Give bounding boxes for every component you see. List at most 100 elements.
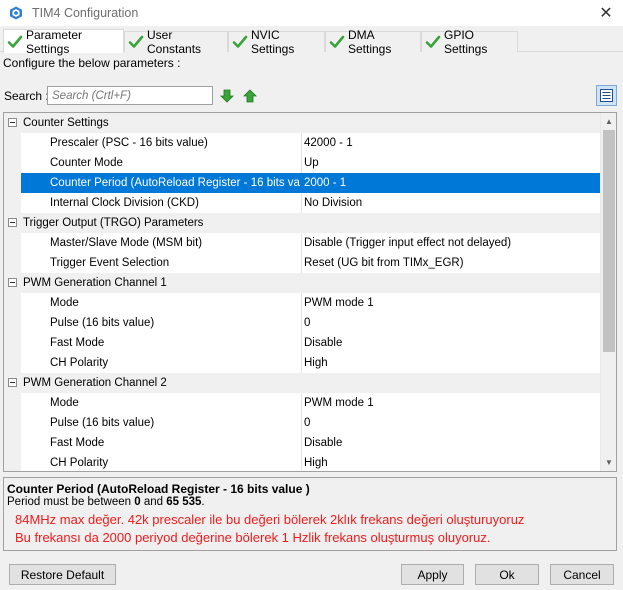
category-label: PWM Generation Channel 2	[23, 377, 167, 389]
range-max: 65 535	[166, 496, 202, 508]
tab-strip: Parameter Settings User Constants NVIC S…	[0, 27, 623, 56]
row-gutter	[4, 453, 21, 471]
column-divider	[301, 253, 302, 273]
checkmark-icon	[425, 35, 441, 48]
row-gutter	[4, 153, 21, 173]
arrow-up-icon[interactable]	[242, 88, 258, 104]
tab-label: Parameter Settings	[26, 27, 83, 56]
stm32cube-icon	[9, 6, 23, 20]
checkmark-icon	[7, 35, 23, 48]
scroll-thumb[interactable]	[603, 130, 615, 352]
property-row[interactable]: Pulse (16 bits value) 0	[4, 413, 601, 433]
list-view-toggle-button[interactable]	[596, 85, 617, 106]
property-row[interactable]: CH Polarity High	[4, 353, 601, 373]
property-row[interactable]: Mode PWM mode 1	[4, 393, 601, 413]
annotation-line-1: 84MHz max değer. 42k prescaler ile bu de…	[15, 512, 525, 527]
property-value[interactable]: 0	[304, 417, 310, 429]
checkmark-icon	[329, 35, 345, 48]
property-row[interactable]: Internal Clock Division (CKD) No Division	[4, 193, 601, 213]
property-row[interactable]: Counter Period (AutoReload Register - 16…	[4, 173, 601, 193]
property-value[interactable]: Disable (Trigger input effect not delaye…	[304, 237, 511, 249]
tab-gpio-settings[interactable]: GPIO Settings	[421, 28, 518, 56]
property-value[interactable]: 2000 - 1	[304, 177, 346, 189]
ok-button[interactable]: Ok	[475, 564, 539, 585]
property-row[interactable]: Fast Mode Disable	[4, 433, 601, 453]
tab-label: NVIC Settings	[251, 28, 295, 56]
property-row[interactable]: Prescaler (PSC - 16 bits value) 42000 - 1	[4, 133, 601, 153]
property-row[interactable]: CH Polarity High	[4, 453, 601, 471]
property-name: Mode	[50, 397, 79, 409]
property-name: CH Polarity	[50, 457, 109, 469]
property-value[interactable]: 42000 - 1	[304, 137, 353, 149]
property-name: Counter Mode	[50, 157, 123, 169]
row-gutter	[4, 413, 21, 433]
row-gutter	[4, 173, 21, 193]
property-value[interactable]: PWM mode 1	[304, 397, 374, 409]
column-divider	[301, 193, 302, 213]
property-value[interactable]: No Division	[304, 197, 362, 209]
property-row[interactable]: Trigger Event Selection Reset (UG bit fro…	[4, 253, 601, 273]
property-name: CH Polarity	[50, 357, 109, 369]
column-divider	[301, 433, 302, 453]
search-input[interactable]	[47, 86, 213, 105]
arrow-down-icon[interactable]	[219, 88, 235, 104]
tab-parameter-settings[interactable]: Parameter Settings	[3, 27, 124, 56]
category-row[interactable]: Counter Settings	[4, 113, 601, 133]
close-icon[interactable]: ✕	[589, 0, 623, 26]
scroll-up-icon[interactable]: ▲	[601, 113, 616, 130]
description-title: Counter Period (AutoReload Register - 16…	[7, 482, 310, 496]
category-row[interactable]: PWM Generation Channel 1	[4, 273, 601, 293]
column-divider	[301, 393, 302, 413]
tab-label: DMA Settings	[348, 28, 392, 56]
row-gutter	[4, 293, 21, 313]
title-bar: TIM4 Configuration ✕	[0, 0, 623, 26]
apply-button[interactable]: Apply	[401, 564, 464, 585]
tab-user-constants[interactable]: User Constants	[124, 28, 228, 56]
property-value[interactable]: 0	[304, 317, 310, 329]
category-label: Counter Settings	[23, 117, 109, 129]
tab-dma-settings[interactable]: DMA Settings	[325, 28, 421, 56]
row-gutter	[4, 193, 21, 213]
vertical-scrollbar[interactable]: ▲ ▼	[600, 113, 616, 471]
property-row[interactable]: Pulse (16 bits value) 0	[4, 313, 601, 333]
property-value[interactable]: High	[304, 457, 328, 469]
property-value[interactable]: Up	[304, 157, 319, 169]
row-gutter	[4, 353, 21, 373]
property-value[interactable]: PWM mode 1	[304, 297, 374, 309]
property-name: Master/Slave Mode (MSM bit)	[50, 237, 203, 249]
category-label: PWM Generation Channel 1	[23, 277, 167, 289]
property-row[interactable]: Mode PWM mode 1	[4, 293, 601, 313]
description-panel: Counter Period (AutoReload Register - 16…	[3, 477, 617, 551]
column-divider	[301, 313, 302, 333]
column-divider	[301, 333, 302, 353]
property-name: Mode	[50, 297, 79, 309]
collapse-icon[interactable]	[8, 218, 17, 227]
collapse-icon[interactable]	[8, 118, 17, 127]
row-gutter	[4, 253, 21, 273]
property-name: Pulse (16 bits value)	[50, 417, 155, 429]
scroll-down-icon[interactable]: ▼	[601, 454, 616, 471]
restore-default-button[interactable]: Restore Default	[9, 564, 116, 585]
property-value[interactable]: Disable	[304, 337, 342, 349]
checkmark-icon	[232, 35, 248, 48]
category-row[interactable]: Trigger Output (TRGO) Parameters	[4, 213, 601, 233]
column-divider	[301, 353, 302, 373]
tab-label: GPIO Settings	[444, 28, 488, 56]
configure-label: Configure the below parameters :	[3, 56, 181, 70]
property-row[interactable]: Fast Mode Disable	[4, 333, 601, 353]
description-text: Period must be between 0 and 65 535.	[7, 496, 205, 508]
property-row[interactable]: Master/Slave Mode (MSM bit) Disable (Trig…	[4, 233, 601, 253]
tab-nvic-settings[interactable]: NVIC Settings	[228, 28, 325, 56]
collapse-icon[interactable]	[8, 378, 17, 387]
category-row[interactable]: PWM Generation Channel 2	[4, 373, 601, 393]
column-divider	[301, 453, 302, 471]
column-divider	[301, 153, 302, 173]
collapse-icon[interactable]	[8, 278, 17, 287]
property-row[interactable]: Counter Mode Up	[4, 153, 601, 173]
column-divider	[301, 413, 302, 433]
property-value[interactable]: High	[304, 357, 328, 369]
property-value[interactable]: Reset (UG bit from TIMx_EGR)	[304, 257, 464, 269]
property-value[interactable]: Disable	[304, 437, 342, 449]
cancel-button[interactable]: Cancel	[550, 564, 614, 585]
row-gutter	[4, 333, 21, 353]
